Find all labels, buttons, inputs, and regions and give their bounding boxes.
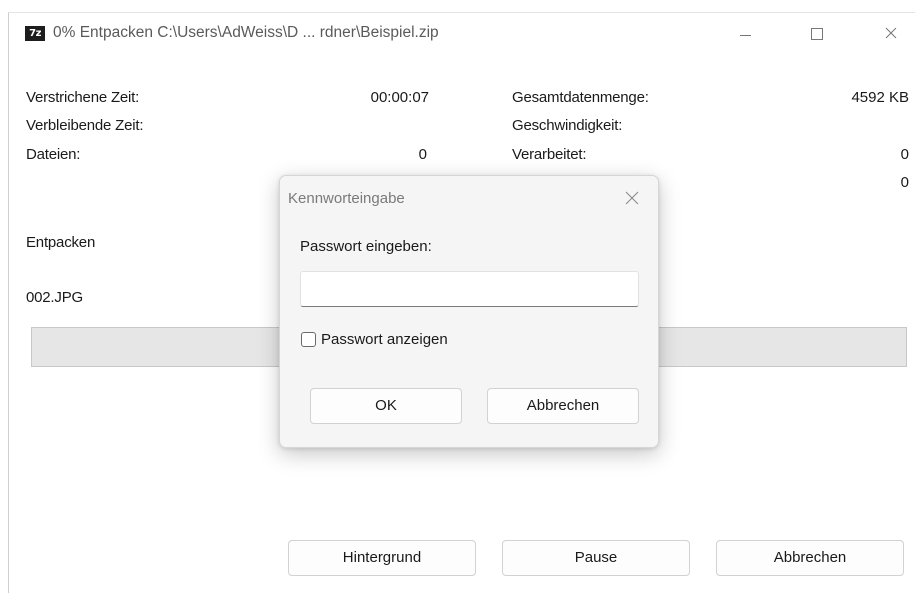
operation-label: Entpacken <box>26 234 96 251</box>
dialog-title: Kennworteingabe <box>288 190 405 207</box>
show-password-checkbox[interactable] <box>301 332 316 347</box>
current-file-label: 002.JPG <box>26 289 83 306</box>
files-label: Dateien: <box>26 146 81 163</box>
total-size-value: 4592 KB <box>851 89 909 106</box>
7zip-app-icon: 7z <box>25 26 45 41</box>
elapsed-time-value: 00:00:07 <box>370 89 429 106</box>
password-input[interactable] <box>300 271 639 307</box>
dialog-cancel-button[interactable]: Abbrechen <box>487 388 639 424</box>
background-button[interactable]: Hintergrund <box>288 540 476 576</box>
title-bar[interactable]: 7z 0% Entpacken C:\Users\AdWeiss\D ... r… <box>9 13 915 53</box>
speed-label: Geschwindigkeit: <box>512 117 623 134</box>
compression-ratio-value: 0 <box>900 174 909 191</box>
maximize-icon[interactable] <box>794 17 840 49</box>
dialog-close-icon[interactable] <box>622 188 642 208</box>
elapsed-time-label: Verstrichene Zeit: <box>26 89 140 106</box>
cancel-button[interactable]: Abbrechen <box>716 540 904 576</box>
minimize-icon[interactable] <box>722 17 768 49</box>
processed-value: 0 <box>900 146 909 163</box>
show-password-label[interactable]: Passwort anzeigen <box>321 331 448 348</box>
window-title: 0% Entpacken C:\Users\AdWeiss\D ... rdne… <box>53 24 439 41</box>
password-prompt-label: Passwort eingeben: <box>300 238 432 255</box>
total-size-label: Gesamtdatenmenge: <box>512 89 649 106</box>
remaining-time-label: Verbleibende Zeit: <box>26 117 144 134</box>
password-dialog: Kennworteingabe Passwort eingeben: Passw… <box>279 175 659 448</box>
files-value: 0 <box>418 146 427 163</box>
ok-button[interactable]: OK <box>310 388 462 424</box>
processed-label: Verarbeitet: <box>512 146 587 163</box>
close-icon[interactable] <box>868 17 914 49</box>
pause-button[interactable]: Pause <box>502 540 690 576</box>
